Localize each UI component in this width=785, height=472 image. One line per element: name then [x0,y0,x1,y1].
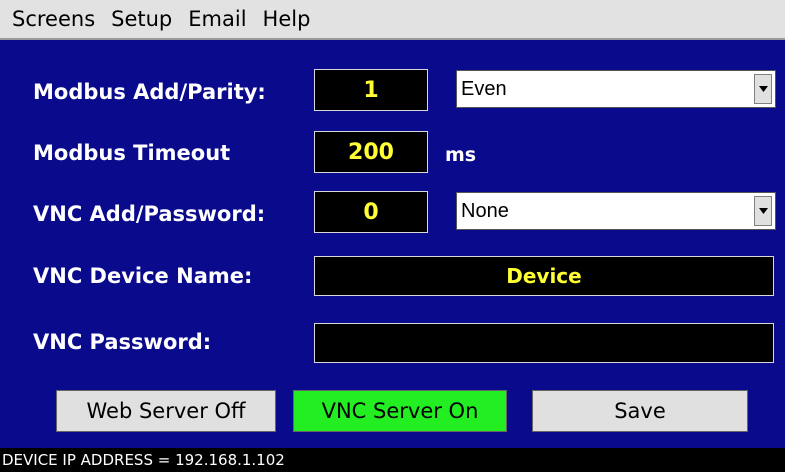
modbus-addr-parity-label: Modbus Add/Parity: [33,80,266,104]
vnc-address-field[interactable]: 0 [314,191,428,233]
chevron-down-icon[interactable] [754,196,772,226]
vnc-password-label: VNC Password: [33,330,212,354]
status-bar: DEVICE IP ADDRESS = 192.168.1.102 [0,448,785,472]
vnc-server-toggle-button[interactable]: VNC Server On [293,390,507,432]
menu-help[interactable]: Help [255,7,319,31]
vnc-addr-password-label: VNC Add/Password: [33,202,266,226]
modbus-timeout-label: Modbus Timeout [33,141,231,165]
vnc-password-field[interactable] [314,323,774,363]
menu-email[interactable]: Email [180,7,254,31]
web-server-toggle-button[interactable]: Web Server Off [56,390,276,432]
vnc-device-name-field[interactable]: Device [314,256,774,296]
menu-screens[interactable]: Screens [0,7,103,31]
menu-bar: Screens Setup Email Help [0,0,785,40]
chevron-down-icon[interactable] [754,74,772,104]
timeout-unit-label: ms [445,144,477,166]
modbus-timeout-field[interactable]: 200 [314,131,428,173]
vnc-password-mode-value: None [461,199,509,222]
settings-panel: Modbus Add/Parity: 1 Even Modbus Timeout… [0,40,785,448]
save-button[interactable]: Save [532,390,748,432]
parity-select[interactable]: Even [456,70,776,108]
modbus-address-field[interactable]: 1 [314,69,428,111]
vnc-password-mode-select[interactable]: None [456,192,776,230]
device-ip-address: DEVICE IP ADDRESS = 192.168.1.102 [2,451,285,469]
menu-setup[interactable]: Setup [103,7,180,31]
parity-select-value: Even [461,77,507,100]
vnc-device-name-label: VNC Device Name: [33,264,253,288]
